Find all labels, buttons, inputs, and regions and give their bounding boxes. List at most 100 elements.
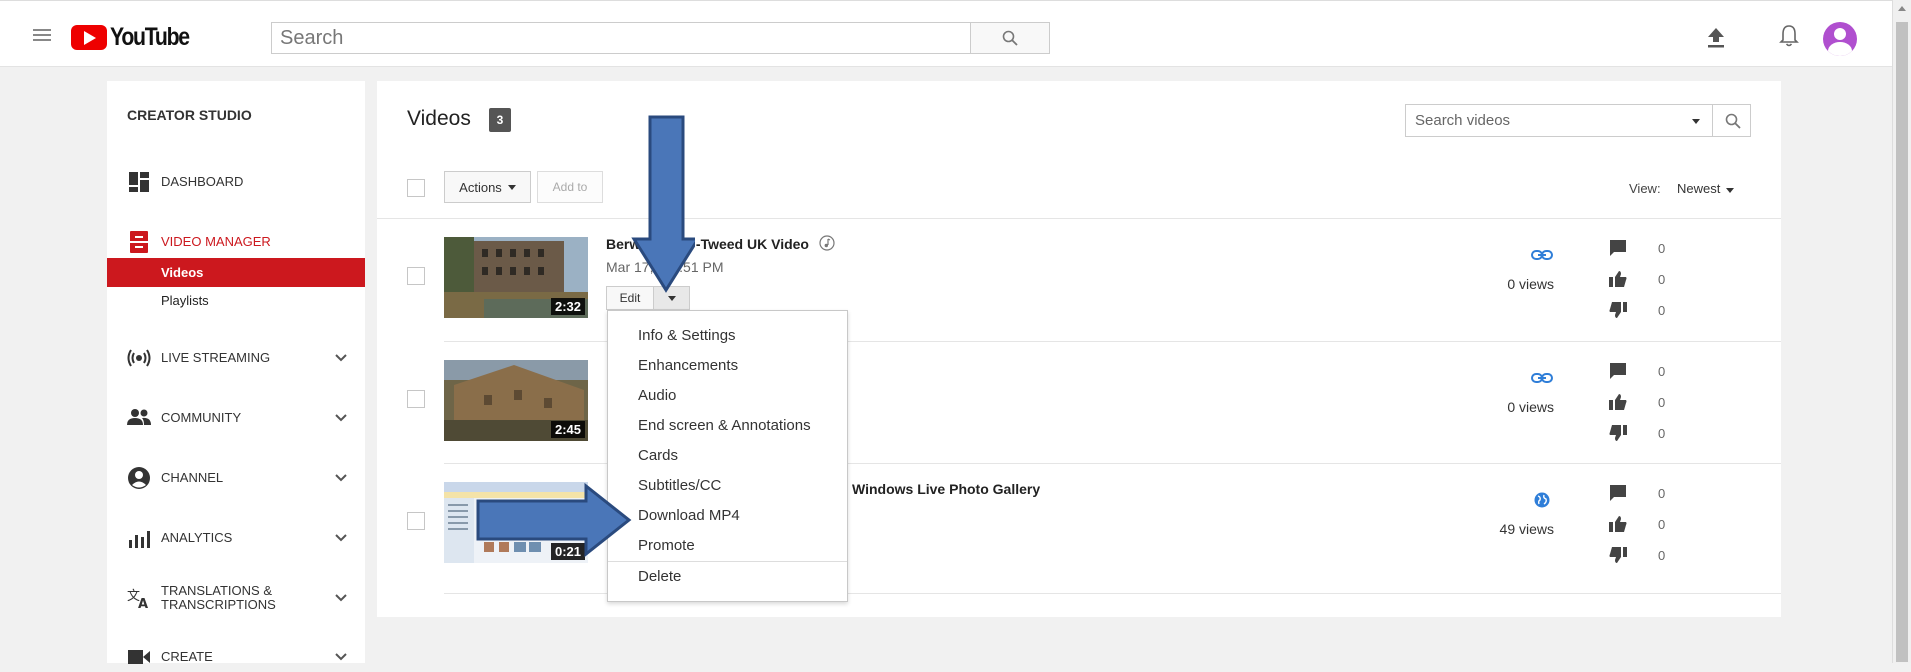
actions-button[interactable]: Actions: [444, 171, 531, 203]
likes-count: 0: [1658, 272, 1666, 287]
thumbs-up-icon: [1609, 271, 1627, 287]
live-streaming-icon: [127, 349, 151, 367]
video-row: 2:32 Berwic -Tweed UK Video Mar 17, 2:51 …: [377, 219, 1781, 341]
menu-icon[interactable]: [33, 29, 51, 41]
upload-icon[interactable]: [1705, 25, 1727, 49]
video-checkbox[interactable]: [407, 512, 425, 530]
video-checkbox[interactable]: [407, 267, 425, 285]
video-count-badge: 3: [489, 108, 511, 132]
search-box: [271, 22, 971, 54]
sidebar-item-analytics[interactable]: ANALYTICS: [107, 523, 365, 553]
video-title-link[interactable]: Berwic -Tweed UK Video: [606, 235, 835, 252]
video-date-part: Mar 17,: [606, 259, 658, 275]
comment-icon: [1610, 363, 1626, 379]
likes-count: 0: [1658, 395, 1666, 410]
link-icon: [1531, 250, 1553, 260]
avatar[interactable]: [1823, 22, 1857, 56]
select-all-checkbox[interactable]: [407, 179, 425, 197]
scroll-up-icon[interactable]: [1898, 6, 1906, 11]
chevron-down-icon[interactable]: [334, 533, 348, 543]
view-sort-label: Newest: [1677, 181, 1721, 196]
menu-item-end-screen[interactable]: End screen & Annotations: [638, 417, 811, 434]
sidebar-item-community[interactable]: COMMUNITY: [107, 403, 365, 433]
video-views: 0 views: [1507, 276, 1554, 292]
video-thumbnail[interactable]: 2:32: [444, 237, 588, 318]
chevron-down-icon[interactable]: [334, 353, 348, 363]
search-button[interactable]: [970, 22, 1050, 54]
sidebar-item-live-streaming[interactable]: LIVE STREAMING: [107, 343, 365, 373]
edit-button-group: Edit: [606, 286, 690, 310]
chevron-down-icon[interactable]: [334, 473, 348, 483]
chevron-down-icon[interactable]: [334, 413, 348, 423]
search-videos-button[interactable]: [1712, 104, 1753, 137]
dislikes-count: 0: [1658, 548, 1666, 563]
thumbs-down-icon: [1609, 547, 1627, 563]
view-label: View:: [1629, 181, 1661, 196]
sidebar-subitem-videos[interactable]: Videos: [107, 258, 365, 287]
sidebar-item-translations[interactable]: 文A TRANSLATIONS & TRANSCRIPTIONS: [107, 583, 365, 613]
dislikes-count: 0: [1658, 303, 1666, 318]
sidebar-item-channel[interactable]: CHANNEL: [107, 463, 365, 493]
sidebar-item-create[interactable]: CREATE: [107, 642, 365, 672]
video-manager-icon: [130, 231, 148, 253]
menu-item-cards[interactable]: Cards: [638, 447, 678, 464]
comments-count: 0: [1658, 241, 1666, 256]
video-duration: 2:32: [550, 298, 585, 315]
sidebar: CREATOR STUDIO DASHBOARD VIDEO MANAGER V…: [107, 81, 365, 664]
video-row: 2:45 0 views 0 0 0: [377, 342, 1781, 464]
sidebar-item-dashboard[interactable]: DASHBOARD: [107, 167, 365, 197]
video-title-link[interactable]: Windows Live Photo Gallery: [852, 481, 1040, 497]
scrollbar[interactable]: [1892, 0, 1911, 663]
sidebar-item-label: TRANSLATIONS & TRANSCRIPTIONS: [161, 583, 276, 612]
analytics-icon: [129, 531, 150, 548]
sidebar-item-label: VIDEO MANAGER: [161, 234, 271, 249]
community-icon: [127, 409, 151, 425]
dislikes-count: 0: [1658, 426, 1666, 441]
youtube-logo[interactable]: YouTube: [71, 22, 203, 51]
sidebar-item-label: CREATE: [161, 649, 213, 664]
search-input[interactable]: [272, 23, 948, 53]
add-to-button[interactable]: Add to: [537, 171, 603, 203]
view-sort-dropdown[interactable]: Newest: [1677, 181, 1735, 196]
sidebar-item-video-manager[interactable]: VIDEO MANAGER: [107, 227, 365, 257]
video-title-part: Berwic: [606, 236, 652, 252]
video-checkbox[interactable]: [407, 390, 425, 408]
thumbs-up-icon: [1609, 394, 1627, 410]
sidebar-title: CREATOR STUDIO: [127, 107, 252, 123]
dashboard-icon: [129, 172, 149, 192]
youtube-play-icon: [71, 24, 107, 50]
caret-down-icon: [507, 184, 516, 190]
video-thumbnail[interactable]: 2:45: [444, 360, 588, 441]
comments-count: 0: [1658, 364, 1666, 379]
menu-item-audio[interactable]: Audio: [638, 387, 676, 404]
globe-icon: [1534, 492, 1550, 508]
bell-icon[interactable]: [1778, 23, 1800, 49]
comment-icon: [1610, 240, 1626, 256]
menu-item-delete[interactable]: Delete: [638, 568, 681, 585]
chevron-down-icon[interactable]: [334, 652, 348, 662]
scrollbar-thumb[interactable]: [1896, 22, 1908, 662]
chevron-down-icon[interactable]: [334, 593, 348, 603]
menu-item-subtitles[interactable]: Subtitles/CC: [638, 477, 721, 494]
search-videos-input[interactable]: [1406, 105, 1694, 136]
sidebar-subitem-playlists[interactable]: Playlists: [107, 286, 365, 315]
sidebar-item-label: ANALYTICS: [161, 530, 233, 545]
svg-text:A: A: [138, 597, 148, 609]
menu-item-enhancements[interactable]: Enhancements: [638, 357, 738, 374]
menu-item-promote[interactable]: Promote: [638, 537, 695, 554]
video-manager-panel: Videos 3 Actions Add to View: Newest 2:3…: [377, 81, 1781, 617]
edit-dropdown-toggle[interactable]: [654, 286, 690, 310]
menu-item-download-mp4[interactable]: Download MP4: [638, 507, 740, 524]
video-thumbnail[interactable]: 0:21: [444, 482, 588, 563]
logo-text: YouTube: [110, 22, 190, 51]
edit-dropdown-menu: Info & Settings Enhancements Audio End s…: [607, 310, 848, 602]
sidebar-subitem-label: Playlists: [161, 293, 209, 308]
translations-icon: 文A: [127, 589, 148, 609]
menu-separator: [608, 561, 847, 562]
edit-button[interactable]: Edit: [606, 286, 654, 310]
caret-down-icon: [1726, 188, 1735, 193]
search-options-caret-icon[interactable]: [1692, 119, 1700, 124]
video-title-part: -Tweed UK Video: [695, 236, 809, 252]
thumbs-down-icon: [1609, 302, 1627, 318]
menu-item-info-settings[interactable]: Info & Settings: [638, 327, 736, 344]
